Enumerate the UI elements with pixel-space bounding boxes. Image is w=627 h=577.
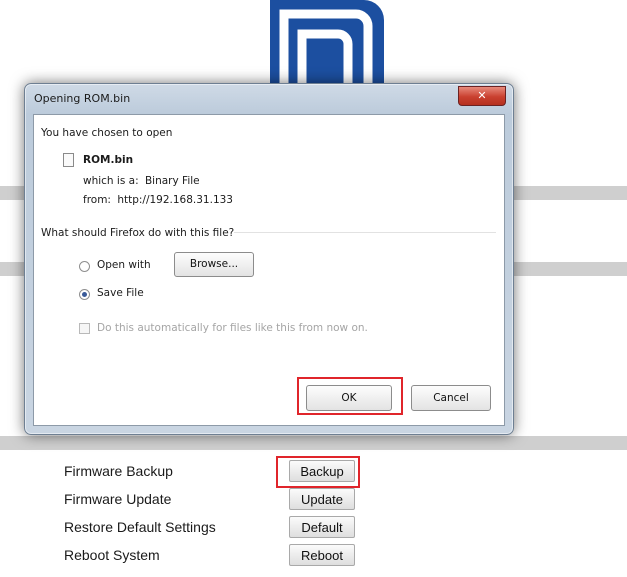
file-type-label: which is a:	[83, 175, 139, 187]
setting-label: Firmware Backup	[64, 463, 173, 479]
setting-label: Restore Default Settings	[64, 519, 216, 535]
backup-highlight-box	[276, 456, 360, 488]
update-button[interactable]: Update	[289, 488, 355, 510]
file-name: ROM.bin	[83, 154, 134, 166]
auto-action-checkbox[interactable]	[79, 323, 90, 334]
file-source-value: http://192.168.31.133	[117, 194, 233, 206]
dialog-body: You have chosen to open ROM.bin which is…	[33, 114, 505, 426]
setting-label: Firmware Update	[64, 491, 172, 507]
page-divider	[0, 436, 627, 450]
save-file-label[interactable]: Save File	[97, 287, 144, 299]
ok-highlight-box	[297, 377, 403, 415]
auto-action-label[interactable]: Do this automatically for files like thi…	[97, 322, 368, 334]
reboot-button[interactable]: Reboot	[289, 544, 355, 566]
dialog-title: Opening ROM.bin	[34, 92, 131, 105]
setting-label: Reboot System	[64, 547, 160, 563]
download-dialog: Opening ROM.bin ✕ You have chosen to ope…	[24, 83, 514, 435]
open-with-label[interactable]: Open with	[97, 259, 151, 271]
maintenance-settings: Firmware Backup Backup Firmware Update U…	[64, 459, 464, 571]
action-question: What should Firefox do with this file?	[41, 227, 235, 239]
intro-text: You have chosen to open	[41, 127, 173, 139]
close-icon[interactable]: ✕	[458, 86, 506, 106]
file-type-row: which is a: Binary File	[83, 175, 200, 187]
browse-button[interactable]: Browse...	[174, 252, 254, 277]
default-button[interactable]: Default	[289, 516, 355, 538]
file-source-label: from:	[83, 194, 111, 206]
question-separator	[234, 232, 496, 233]
cancel-button[interactable]: Cancel	[411, 385, 491, 411]
file-type-value: Binary File	[144, 175, 200, 187]
file-source-row: from: http://192.168.31.133	[83, 194, 233, 206]
setting-row-default: Restore Default Settings Default	[64, 515, 464, 543]
save-file-radio[interactable]	[79, 289, 90, 300]
setting-row-backup: Firmware Backup Backup	[64, 459, 464, 487]
open-with-radio[interactable]	[79, 261, 90, 272]
file-icon	[63, 153, 74, 167]
setting-row-reboot: Reboot System Reboot	[64, 543, 464, 571]
setting-row-update: Firmware Update Update	[64, 487, 464, 515]
